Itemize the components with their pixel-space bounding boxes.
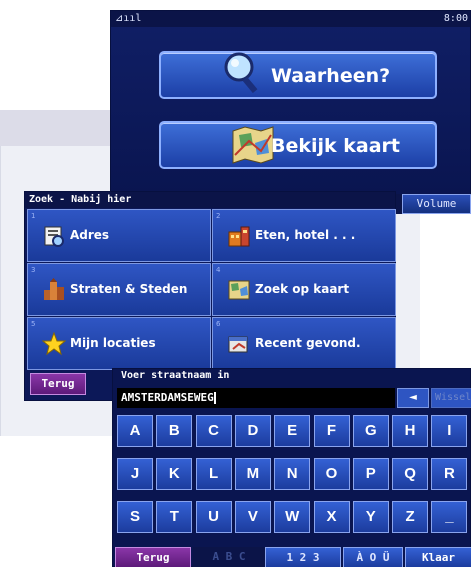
- mode-abc-button[interactable]: A B C: [193, 547, 265, 567]
- back-button[interactable]: Terug: [30, 373, 86, 395]
- mode-accent-button[interactable]: À O Ü: [343, 547, 403, 567]
- key-t[interactable]: T: [156, 501, 193, 533]
- menu-item-label: Mijn locaties: [70, 336, 156, 350]
- key-o[interactable]: O: [313, 458, 350, 490]
- keyboard-screen: Voer straatnaam in AMSTERDAMSEWEG ◄ Wiss…: [112, 368, 471, 567]
- menu-item-label: Straten & Steden: [70, 282, 188, 296]
- key-c[interactable]: C: [195, 415, 232, 447]
- city-icon: [44, 278, 64, 300]
- keyboard-title: Voer straatnaam in: [121, 370, 230, 381]
- map-icon: [232, 126, 274, 164]
- key-n[interactable]: N: [274, 458, 311, 490]
- food-hotel-icon: [228, 226, 250, 247]
- key-s[interactable]: S: [117, 501, 153, 533]
- key-h[interactable]: H: [392, 415, 429, 447]
- text-cursor: [213, 392, 216, 404]
- view-map-label: Bekijk kaart: [271, 135, 401, 157]
- key-e[interactable]: E: [274, 415, 311, 447]
- signal-indicator: ⊿ııl: [115, 13, 142, 24]
- where-to-label: Waarheen?: [271, 65, 391, 87]
- main-menu-screen: ⊿ııl 8:00 Waarheen? Bekijk kaart: [110, 10, 471, 195]
- address-book-icon: [44, 226, 64, 247]
- menu-item-label: Zoek op kaart: [255, 282, 350, 296]
- key-space[interactable]: _: [431, 501, 468, 533]
- menu-item-label: Recent gevond.: [255, 336, 361, 350]
- key-a[interactable]: A: [117, 415, 153, 447]
- where-to-button[interactable]: Waarheen?: [159, 51, 437, 99]
- menu-item-number: 6: [216, 320, 221, 328]
- view-map-button[interactable]: Bekijk kaart: [159, 121, 437, 169]
- key-m[interactable]: M: [234, 458, 271, 490]
- clock: 8:00: [443, 13, 468, 24]
- recent-icon: [228, 336, 248, 353]
- key-b[interactable]: B: [156, 415, 193, 447]
- key-j[interactable]: J: [117, 458, 153, 490]
- menu-item-my-locations[interactable]: 5 Mijn locaties: [27, 317, 211, 370]
- menu-item-number: 1: [31, 212, 36, 220]
- menu-item-number: 5: [31, 320, 36, 328]
- key-r[interactable]: R: [431, 458, 468, 490]
- menu-item-number: 2: [216, 212, 221, 220]
- menu-item-food-hotel[interactable]: 2 Eten, hotel . . .: [212, 209, 396, 262]
- key-d[interactable]: D: [234, 415, 271, 447]
- backspace-button[interactable]: ◄: [397, 388, 429, 408]
- mode-123-button[interactable]: 1 2 3: [265, 547, 341, 567]
- map-search-icon: [228, 280, 250, 300]
- magnifier-icon: [224, 52, 258, 93]
- key-w[interactable]: W: [274, 501, 311, 533]
- menu-item-number: 4: [216, 266, 221, 274]
- search-menu-title: Zoek - Nabij hier: [25, 192, 395, 208]
- menu-item-recent[interactable]: 6 Recent gevond.: [212, 317, 396, 370]
- key-k[interactable]: K: [156, 458, 193, 490]
- key-g[interactable]: G: [352, 415, 389, 447]
- menu-item-label: Eten, hotel . . .: [255, 228, 356, 242]
- done-button[interactable]: Klaar: [405, 547, 471, 567]
- street-name-value: AMSTERDAMSEWEG: [121, 391, 214, 404]
- menu-item-address[interactable]: 1 Adres: [27, 209, 211, 262]
- key-q[interactable]: Q: [392, 458, 429, 490]
- key-p[interactable]: P: [352, 458, 389, 490]
- key-v[interactable]: V: [234, 501, 271, 533]
- street-name-input[interactable]: AMSTERDAMSEWEG: [117, 388, 395, 408]
- volume-button[interactable]: Volume: [402, 194, 471, 214]
- status-bar: ⊿ııl 8:00: [111, 11, 470, 27]
- key-l[interactable]: L: [195, 458, 232, 490]
- key-u[interactable]: U: [195, 501, 232, 533]
- menu-item-label: Adres: [70, 228, 110, 242]
- key-z[interactable]: Z: [392, 501, 429, 533]
- key-f[interactable]: F: [313, 415, 350, 447]
- switch-button[interactable]: Wissel: [431, 388, 471, 408]
- menu-item-search-map[interactable]: 4 Zoek op kaart: [212, 263, 396, 316]
- key-i[interactable]: I: [431, 415, 468, 447]
- back-button[interactable]: Terug: [115, 547, 191, 567]
- key-x[interactable]: X: [313, 501, 350, 533]
- menu-item-number: 3: [31, 266, 36, 274]
- menu-item-streets-cities[interactable]: 3 Straten & Steden: [27, 263, 211, 316]
- star-icon: [42, 332, 66, 356]
- key-y[interactable]: Y: [352, 501, 389, 533]
